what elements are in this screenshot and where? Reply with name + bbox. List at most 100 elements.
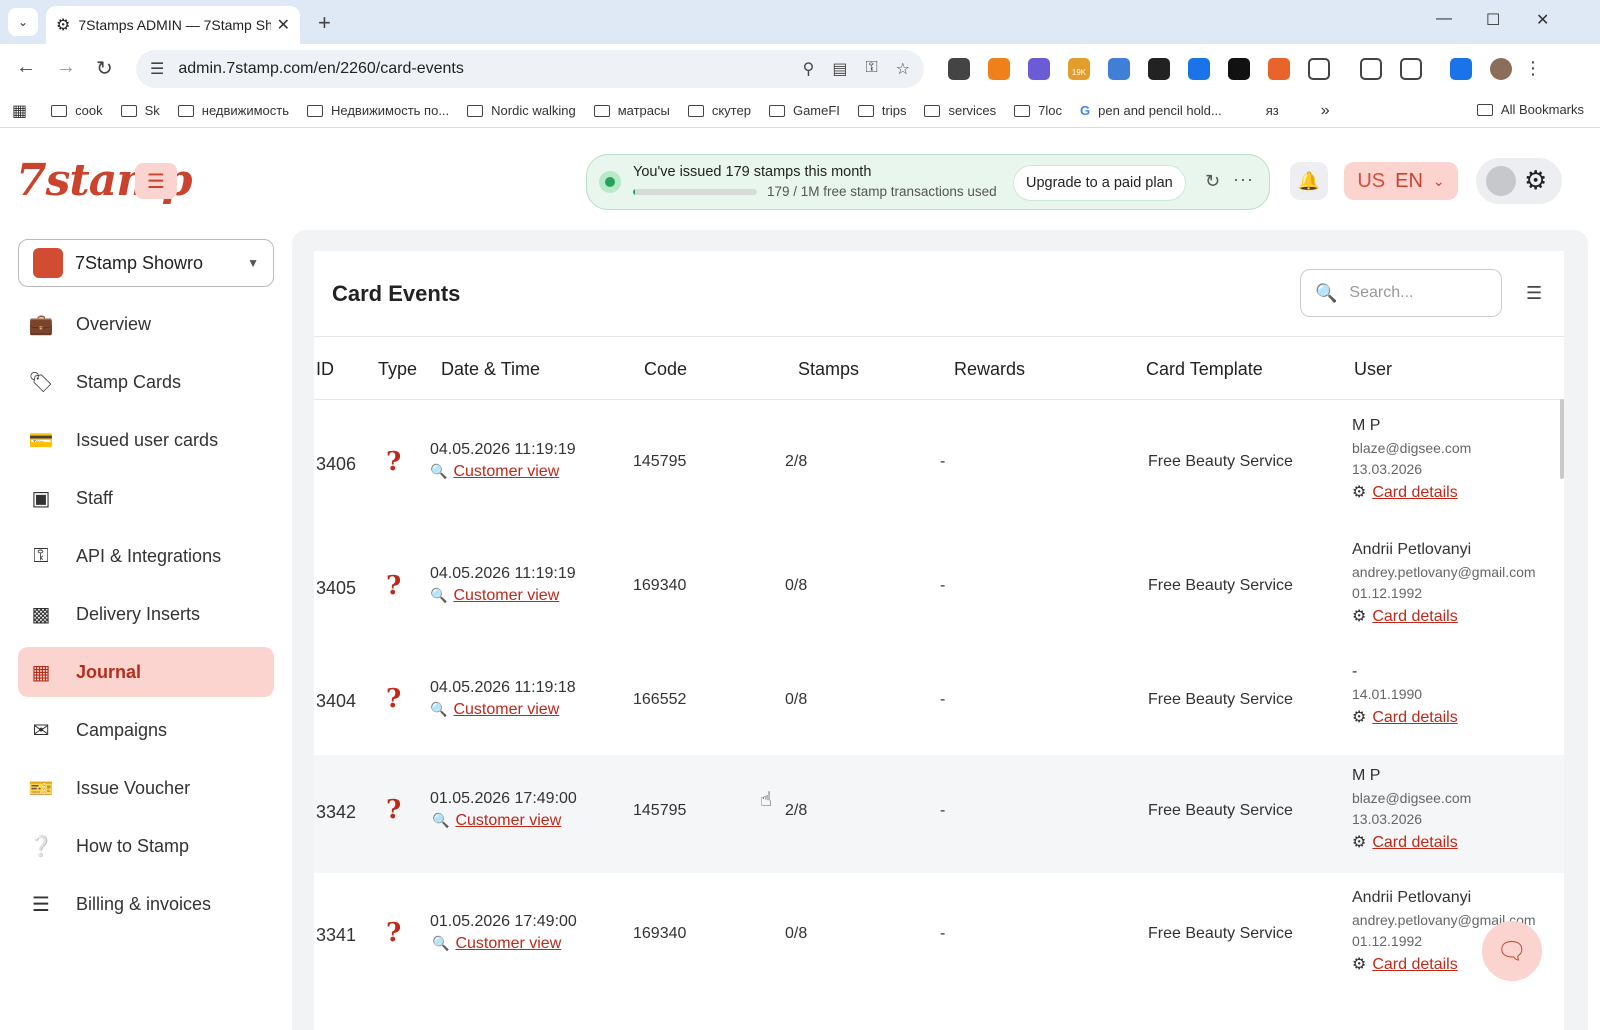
menu-toggle-button[interactable]: ☰ [135,163,177,199]
url-text: admin.7stamp.com/en/2260/card-events [178,60,464,77]
card-details-link[interactable]: ⚙ Card details [1352,832,1471,852]
column-header-datetime[interactable]: Date & Time [441,359,540,380]
sidebar-item-billing[interactable]: ☰ Billing & invoices [18,879,274,929]
qr-scanner-extension-icon[interactable] [1148,58,1170,80]
crystal-extension-icon[interactable] [1028,58,1050,80]
column-header-rewards[interactable]: Rewards [954,359,1025,380]
column-header-code[interactable]: Code [644,359,687,380]
location-icon[interactable]: ⚲ [803,59,815,79]
network-extension-icon[interactable] [1108,58,1130,80]
card-details-label: Card details [1372,956,1458,973]
tab-search-chevron-icon[interactable]: ⌄ [8,8,38,36]
browser-tab[interactable]: ⚙ 7Stamps ADMIN — 7Stamp Sh ✕ [46,6,300,44]
bookmark-7loc[interactable]: 7loc [1014,103,1062,118]
new-tab-icon[interactable]: + [318,10,331,36]
table-scrollbar[interactable] [1560,399,1564,479]
bookmark-nordic-walking[interactable]: Nordic walking [467,103,576,118]
bookmark-trips[interactable]: trips [857,103,906,118]
close-window-icon[interactable]: ✕ [1536,10,1549,30]
customer-view-link[interactable]: 🔍 Customer view [430,587,559,605]
download-icon[interactable] [1450,58,1472,80]
search-input[interactable]: 🔍 Search... [1300,269,1502,317]
shop-selector[interactable]: 7Stamp Showro ▼ [18,239,274,287]
unknown-type-icon: ? [386,795,402,825]
site-info-icon[interactable]: ☰ [150,59,164,79]
sidebar-item-journal[interactable]: ▦ Journal [18,647,274,697]
magnifier-icon: 🔍 [432,935,450,951]
claude-extension-icon[interactable] [1268,58,1290,80]
customer-view-link[interactable]: 🔍 Customer view [432,935,561,953]
column-header-user[interactable]: User [1354,359,1392,380]
bookmark-services[interactable]: services [924,103,996,118]
bookmark-scooter[interactable]: скутер [687,103,751,118]
upgrade-plan-button[interactable]: Upgrade to a paid plan [1013,165,1186,201]
maximize-icon[interactable]: ☐ [1486,10,1500,30]
reload-icon[interactable]: ↻ [96,56,113,81]
notifications-button[interactable]: 🔔 [1290,162,1328,200]
bookmark-star-icon[interactable]: ☆ [896,59,910,79]
screenshot-icon[interactable] [1400,58,1422,80]
metamask-extension-icon[interactable] [988,58,1010,80]
sidebar-item-how-to-stamp[interactable]: ❔ How to Stamp [18,821,274,871]
column-header-stamps[interactable]: Stamps [798,359,859,380]
column-header-card-template[interactable]: Card Template [1146,359,1263,380]
profile-avatar-icon[interactable] [1490,58,1512,80]
card-details-link[interactable]: ⚙ Card details [1352,606,1536,626]
bookmark-mattresses[interactable]: матрасы [593,103,670,118]
cast-icon[interactable] [1360,58,1382,80]
user-name: M P [1352,417,1381,434]
avatar[interactable] [1486,166,1516,196]
sidebar-item-stamp-cards[interactable]: 🏷 Stamp Cards [18,357,274,407]
chat-bubble-icon: 🗨 [1496,937,1528,965]
bookmark-pen-pencil[interactable]: Gpen and pencil hold... [1080,103,1222,118]
settings-gear-icon[interactable]: ⚙ [1524,165,1547,196]
card-details-link[interactable]: ⚙ Card details [1352,482,1471,502]
customer-view-link[interactable]: 🔍 Customer view [430,701,559,719]
sidebar-item-delivery-inserts[interactable]: ▩ Delivery Inserts [18,589,274,639]
minimize-icon[interactable]: — [1436,10,1452,28]
sidebar-item-issued-user-cards[interactable]: 💳 Issued user cards [18,415,274,465]
back-icon[interactable]: ← [16,56,36,79]
card-details-link[interactable]: ⚙ Card details [1352,707,1458,727]
language-selector[interactable]: US EN ⌄ [1344,162,1458,200]
clipboard-icon[interactable]: ▤ [832,59,847,79]
chat-support-button[interactable]: 🗨 [1482,921,1542,981]
sidebar-item-label: API & Integrations [76,545,222,566]
qr-extension-icon[interactable] [948,58,970,80]
address-bar[interactable]: ☰ admin.7stamp.com/en/2260/card-events ⚲… [136,50,924,88]
all-bookmarks[interactable]: All Bookmarks [1476,102,1584,117]
apps-grid-icon[interactable]: ▦ [12,101,27,121]
tag-extension-icon[interactable] [1188,58,1210,80]
customer-view-link[interactable]: 🔍 Customer view [430,463,559,481]
bookmark-cook[interactable]: cook [51,103,103,118]
sidebar-item-staff[interactable]: ▣ Staff [18,473,274,523]
bookmark-realestate[interactable]: недвижимость [177,103,289,118]
sidebar-item-issue-voucher[interactable]: 🎫 Issue Voucher [18,763,274,813]
browser-menu-icon[interactable]: ⋮ [1524,58,1542,80]
bookmark-realestate-2[interactable]: Недвижимость по... [307,103,449,118]
sidebar-item-overview[interactable]: 💼 Overview [18,299,274,349]
bookmark-gamefi[interactable]: GameFI [768,103,840,118]
puzzle-extensions-icon[interactable] [1308,58,1330,80]
bookmark-sk[interactable]: Sk [120,103,160,118]
password-key-icon[interactable]: ⚿ [865,59,877,79]
refresh-icon[interactable]: ↻ [1205,171,1220,192]
more-options-icon[interactable]: ··· [1233,169,1254,190]
forward-icon[interactable]: → [56,56,76,79]
profile-menu[interactable]: ⚙ [1476,158,1562,204]
close-tab-icon[interactable]: ✕ [277,15,290,35]
folder-icon [177,104,194,117]
sidebar-item-campaigns[interactable]: ✉ Campaigns [18,705,274,755]
bookmark-lang[interactable]: яз [1266,103,1279,118]
table-row: 3406 ? 04.05.2026 11:19:19 🔍 Customer vie… [314,403,1564,527]
user-date: 13.03.2026 [1352,461,1423,477]
folder-icon [307,104,323,117]
column-header-type[interactable]: Type [378,359,417,380]
customer-view-link[interactable]: 🔍 Customer view [432,812,561,830]
filter-icon[interactable]: ☰ [1526,283,1542,304]
more-bookmarks-icon[interactable]: » [1321,102,1330,120]
sidebar-item-api-integrations[interactable]: ⚿ API & Integrations [18,531,274,581]
extension-badge-icon[interactable]: 19K [1068,58,1090,80]
column-header-id[interactable]: ID [316,359,334,380]
sync-extension-icon[interactable] [1228,58,1250,80]
